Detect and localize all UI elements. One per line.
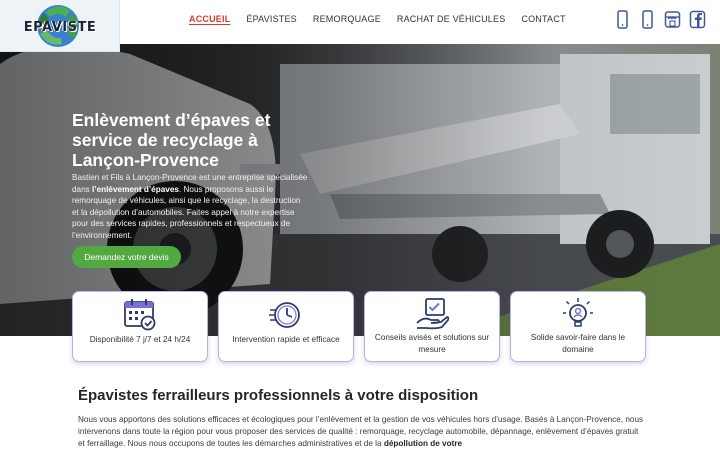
- feature-label: Conseils avisés et solutions sur mesure: [374, 333, 490, 354]
- stopwatch-icon: [269, 302, 300, 328]
- section-title: Épavistes ferrailleurs professionnels à …: [78, 387, 479, 404]
- hero-description: Bastien et Fils à Lançon-Provence est un…: [72, 172, 308, 242]
- mobile-phone-icon[interactable]: [614, 10, 631, 29]
- feature-card-expertise: Solide savoir-faire dans le domaine: [510, 291, 646, 362]
- store-icon[interactable]: [664, 10, 681, 29]
- feature-label: Disponibilité 7 j/7 et 24 h/24: [89, 335, 191, 344]
- lightbulb-person-icon: [563, 298, 593, 327]
- feature-label: Intervention rapide et efficace: [232, 335, 340, 344]
- nav-item-remorquage[interactable]: REMORQUAGE: [313, 14, 381, 24]
- section-text-part: Nous vous apportons des solutions effica…: [78, 415, 644, 448]
- hand-document-icon: [416, 298, 450, 330]
- nav-item-contact[interactable]: CONTACT: [521, 14, 565, 24]
- hero-text-bold: l’enlèvement d’épaves: [92, 184, 179, 194]
- calendar-check-icon: [124, 299, 156, 331]
- facebook-icon[interactable]: [689, 10, 706, 29]
- logo-text: EPAVISTE: [23, 20, 97, 35]
- feature-card-availability: Disponibilité 7 j/7 et 24 h/24: [72, 291, 208, 362]
- feature-card-advice: Conseils avisés et solutions sur mesure: [364, 291, 500, 362]
- feature-cards: Disponibilité 7 j/7 et 24 h/24 Intervent…: [72, 291, 646, 362]
- nav-item-rachat-vehicules[interactable]: RACHAT DE VÉHICULES: [397, 14, 506, 24]
- quote-request-button[interactable]: Demandez votre devis: [72, 246, 181, 268]
- section-text-bold: dépollution de votre: [383, 438, 463, 448]
- nav-item-epavistes[interactable]: ÉPAVISTES: [246, 14, 296, 24]
- hero-title: Enlèvement d’épaves et service de recycl…: [72, 110, 271, 170]
- site-header: EPAVISTE ACCUEIL ÉPAVISTES REMORQUAGE RA…: [0, 0, 720, 52]
- social-links: [614, 10, 706, 29]
- section-text: Nous vous apportons des solutions effica…: [78, 414, 644, 450]
- main-nav: ACCUEIL ÉPAVISTES REMORQUAGE RACHAT DE V…: [189, 14, 566, 24]
- site-logo[interactable]: EPAVISTE: [0, 0, 120, 52]
- feature-label: Solide savoir-faire dans le domaine: [530, 333, 626, 354]
- feature-card-intervention: Intervention rapide et efficace: [218, 291, 354, 362]
- nav-item-accueil[interactable]: ACCUEIL: [189, 14, 230, 24]
- mobile-phone-icon[interactable]: [639, 10, 656, 29]
